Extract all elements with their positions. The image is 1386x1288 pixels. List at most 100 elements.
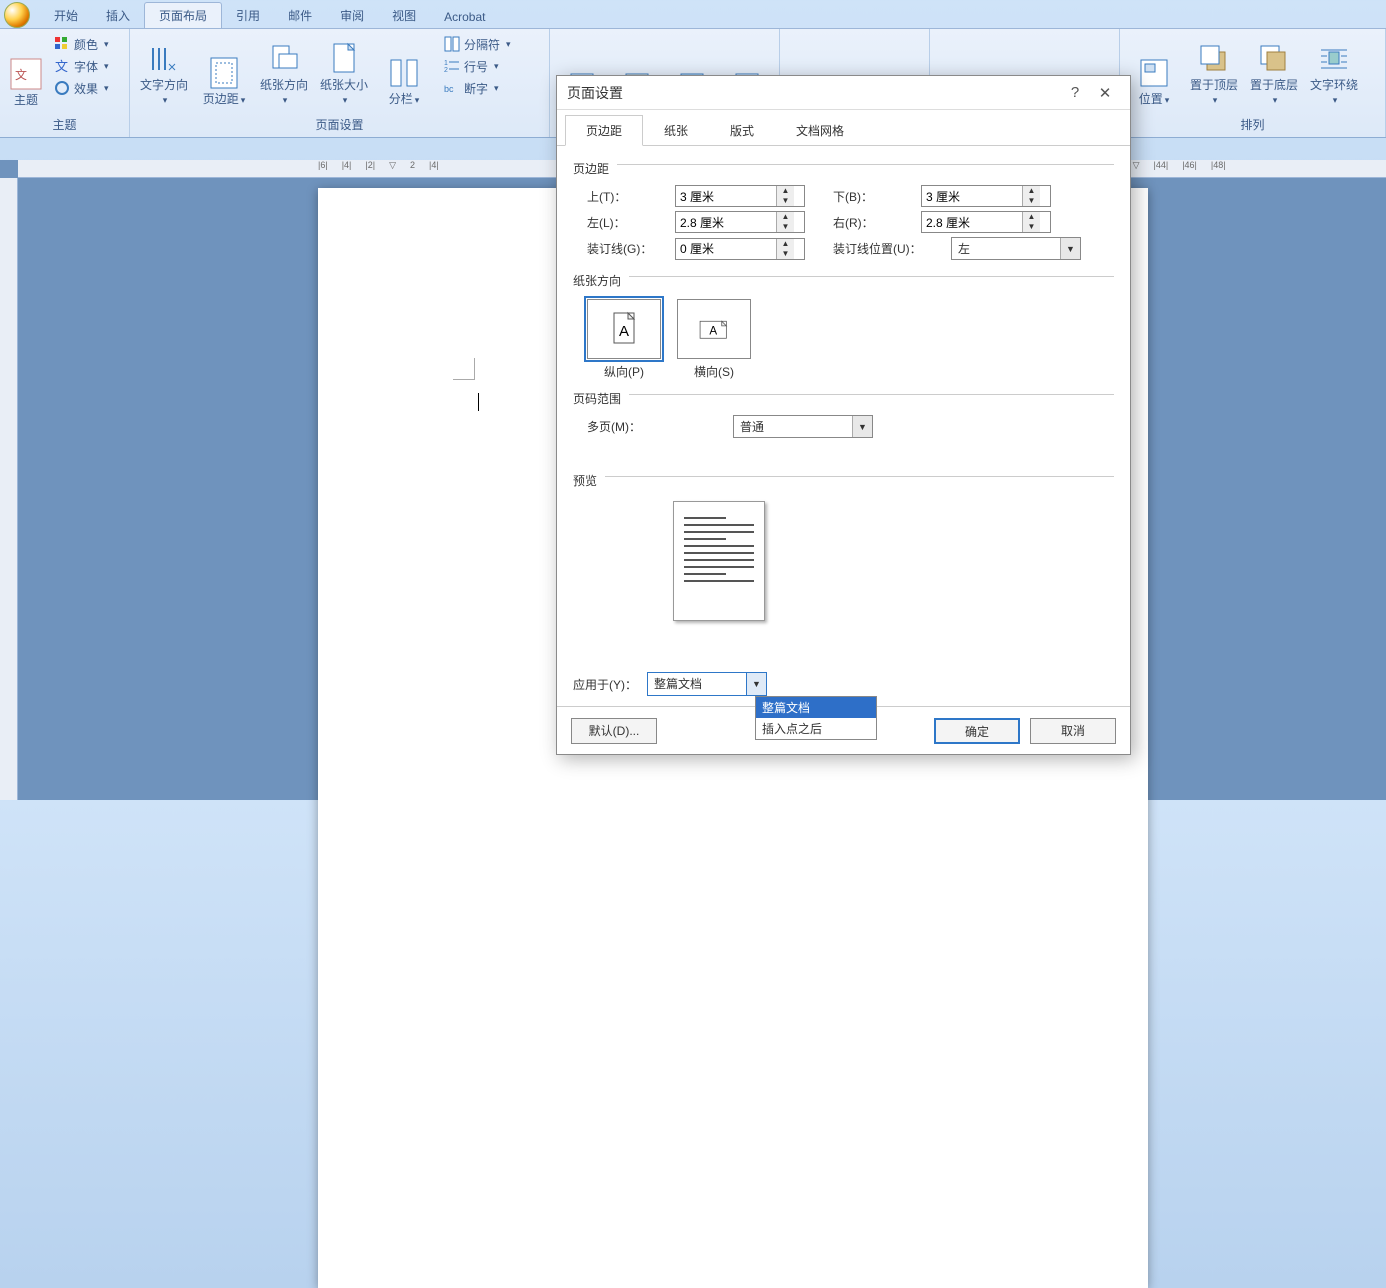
tab-insert[interactable]: 插入: [92, 3, 144, 28]
colors-icon: [54, 36, 70, 52]
dialog-tab-paper[interactable]: 纸张: [643, 115, 709, 146]
dialog-help-button[interactable]: ?: [1060, 84, 1090, 101]
vertical-ruler[interactable]: [0, 178, 18, 800]
svg-text:1: 1: [444, 60, 448, 67]
orientation-landscape[interactable]: A 横向(S): [677, 299, 751, 380]
margins-icon: [207, 56, 241, 90]
text-wrap-button[interactable]: 文字环绕: [1306, 33, 1362, 109]
orientation-button[interactable]: 纸张方向: [256, 33, 312, 109]
position-button[interactable]: 位置: [1126, 33, 1182, 109]
tab-mail[interactable]: 邮件: [274, 3, 326, 28]
breaks-label: 分隔符: [464, 36, 500, 53]
tab-page-layout[interactable]: 页面布局: [144, 2, 222, 28]
position-label: 位置: [1139, 92, 1170, 107]
dialog-close-button[interactable]: ✕: [1090, 84, 1120, 102]
group-arrange-title: 排列: [1126, 114, 1379, 135]
breaks-icon: [444, 36, 460, 52]
bottom-margin-spinner[interactable]: ▲▼: [921, 185, 1051, 207]
dialog-tab-margins[interactable]: 页边距: [565, 115, 643, 146]
group-theme: 文 主题 颜色 文 字体 效果 主题: [0, 29, 130, 137]
hyphenation-button[interactable]: bc 断字: [440, 77, 515, 99]
bottom-margin-label: 下(B)：: [833, 188, 913, 205]
ok-button[interactable]: 确定: [934, 718, 1020, 744]
left-margin-input[interactable]: [676, 212, 776, 232]
dialog-titlebar[interactable]: 页面设置 ? ✕: [557, 76, 1130, 110]
apply-option-whole-doc[interactable]: 整篇文档: [756, 697, 876, 718]
orientation-portrait[interactable]: A 纵向(P): [587, 299, 661, 380]
theme-fonts-button[interactable]: 文 字体: [50, 55, 113, 77]
left-margin-spinner[interactable]: ▲▼: [675, 211, 805, 233]
apply-to-dropdown: 整篇文档 插入点之后: [755, 696, 877, 740]
section-orientation-label: 纸张方向: [573, 272, 621, 289]
orientation-label: 纸张方向: [258, 78, 310, 107]
svg-text:A: A: [619, 323, 629, 340]
tab-view[interactable]: 视图: [378, 3, 430, 28]
columns-label: 分栏: [389, 92, 420, 107]
fonts-label: 字体: [74, 58, 98, 75]
dialog-tab-grid[interactable]: 文档网格: [775, 115, 865, 146]
tab-references[interactable]: 引用: [222, 3, 274, 28]
right-margin-input[interactable]: [922, 212, 1022, 232]
chevron-down-icon[interactable]: ▼: [1060, 238, 1080, 259]
apply-option-after-insertion[interactable]: 插入点之后: [756, 718, 876, 739]
multi-pages-value: 普通: [734, 418, 852, 435]
gutter-spinner[interactable]: ▲▼: [675, 238, 805, 260]
top-margin-spinner[interactable]: ▲▼: [675, 185, 805, 207]
page-setup-dialog: 页面设置 ? ✕ 页边距 纸张 版式 文档网格 页边距 上(T)： ▲▼ 下(B…: [556, 75, 1131, 755]
landscape-label: 横向(S): [677, 363, 751, 380]
send-back-label: 置于底层: [1248, 78, 1300, 107]
right-margin-label: 右(R)：: [833, 214, 913, 231]
text-caret: [478, 393, 479, 411]
spinner-up-icon[interactable]: ▲: [777, 186, 794, 196]
dialog-tab-layout[interactable]: 版式: [709, 115, 775, 146]
margins-button[interactable]: 页边距: [196, 33, 252, 109]
cancel-button[interactable]: 取消: [1030, 718, 1116, 744]
gutter-input[interactable]: [676, 239, 776, 259]
dialog-title: 页面设置: [567, 83, 623, 103]
text-wrap-label: 文字环绕: [1308, 78, 1360, 107]
hyphenation-label: 断字: [464, 80, 488, 97]
gutter-label: 装订线(G)：: [587, 240, 667, 257]
apply-to-combo[interactable]: 整篇文档 ▼: [647, 672, 767, 696]
send-back-button[interactable]: 置于底层: [1246, 33, 1302, 109]
tab-review[interactable]: 审阅: [326, 3, 378, 28]
columns-button[interactable]: 分栏: [376, 33, 432, 109]
apply-to-label: 应用于(Y)：: [573, 676, 637, 693]
group-page-setup-title: 页面设置: [136, 114, 543, 135]
group-theme-title: 主题: [6, 114, 123, 135]
fonts-icon: 文: [54, 58, 70, 74]
top-margin-input[interactable]: [676, 186, 776, 206]
bring-front-icon: [1197, 42, 1231, 76]
right-margin-spinner[interactable]: ▲▼: [921, 211, 1051, 233]
gutter-pos-combo[interactable]: 左 ▼: [951, 237, 1081, 260]
breaks-button[interactable]: 分隔符: [440, 33, 515, 55]
line-numbers-button[interactable]: 12 行号: [440, 55, 515, 77]
preview-thumbnail: [673, 501, 765, 621]
text-direction-button[interactable]: 文字方向: [136, 33, 192, 109]
size-button[interactable]: 纸张大小: [316, 33, 372, 109]
svg-text:文: 文: [55, 59, 68, 74]
chevron-down-icon[interactable]: ▼: [852, 416, 872, 437]
text-direction-label: 文字方向: [138, 78, 190, 107]
themes-button[interactable]: 文 主题: [6, 33, 46, 109]
svg-text:bc: bc: [444, 84, 454, 94]
tab-acrobat[interactable]: Acrobat: [430, 6, 499, 28]
tab-home[interactable]: 开始: [40, 3, 92, 28]
section-pages-label: 页码范围: [573, 390, 621, 407]
chevron-down-icon[interactable]: ▼: [746, 673, 766, 695]
spinner-down-icon[interactable]: ▼: [777, 196, 794, 206]
bring-front-button[interactable]: 置于顶层: [1186, 33, 1242, 109]
theme-colors-button[interactable]: 颜色: [50, 33, 113, 55]
bottom-margin-input[interactable]: [922, 186, 1022, 206]
apply-to-value: 整篇文档: [648, 673, 746, 695]
text-wrap-icon: [1317, 42, 1351, 76]
margins-label: 页边距: [203, 92, 246, 107]
gutter-pos-value: 左: [952, 240, 1060, 257]
multi-pages-combo[interactable]: 普通 ▼: [733, 415, 873, 438]
office-button[interactable]: [4, 2, 30, 28]
gutter-pos-label: 装订线位置(U)：: [833, 240, 943, 257]
default-button[interactable]: 默认(D)...: [571, 718, 657, 744]
section-preview-label: 预览: [573, 472, 597, 489]
size-label: 纸张大小: [318, 78, 370, 107]
theme-effects-button[interactable]: 效果: [50, 77, 113, 99]
